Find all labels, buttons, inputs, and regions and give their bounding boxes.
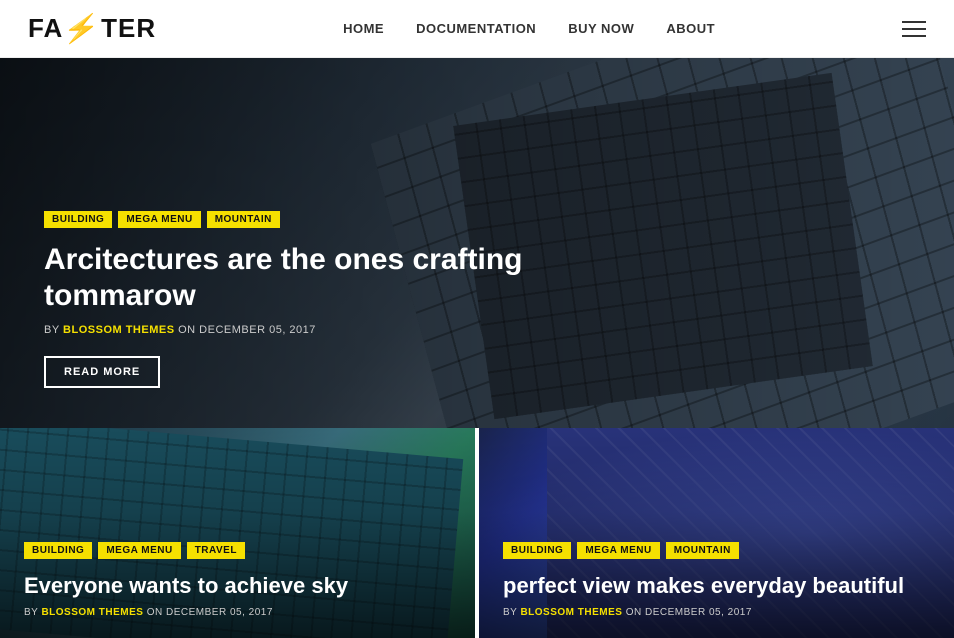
card-1-author-link[interactable]: BLOSSOM THEMES (41, 607, 143, 618)
logo-text-suffix: TER (101, 13, 156, 44)
hero-meta-date: ON DECEMBER 05, 2017 (178, 324, 316, 336)
cards-section: BUILDING MEGA MENU TRAVEL Everyone wants… (0, 428, 954, 638)
hero-author-link[interactable]: BLOSSOM THEMES (63, 324, 175, 336)
card-1-meta-by: BY (24, 607, 38, 618)
card-2[interactable]: BUILDING MEGA MENU MOUNTAIN perfect view… (479, 428, 954, 638)
hero-title: Arcitectures are the ones crafting tomma… (44, 242, 644, 314)
card-2-title: perfect view makes everyday beautiful (503, 573, 930, 599)
hamburger-menu-icon[interactable] (902, 21, 926, 37)
card-1-content: BUILDING MEGA MENU TRAVEL Everyone wants… (24, 542, 451, 618)
card-2-author-link[interactable]: BLOSSOM THEMES (520, 607, 622, 618)
hero-tag-2[interactable]: MEGA MENU (118, 211, 200, 228)
nav-item-documentation[interactable]: DOCUMENTATION (416, 20, 536, 38)
hero-meta-by: BY (44, 324, 59, 336)
card-2-tag-2[interactable]: MEGA MENU (577, 542, 659, 559)
logo-text-prefix: FA (28, 13, 63, 44)
card-2-meta-date: ON DECEMBER 05, 2017 (626, 607, 752, 618)
nav-item-about[interactable]: ABOUT (666, 20, 715, 38)
logo-bolt-icon: ⚡ (61, 12, 103, 45)
hero-meta: BY BLOSSOM THEMES ON DECEMBER 05, 2017 (44, 324, 910, 336)
nav-item-buynow[interactable]: BUY NOW (568, 20, 634, 38)
card-1-title: Everyone wants to achieve sky (24, 573, 451, 599)
read-more-button[interactable]: READ MORE (44, 356, 160, 388)
site-logo[interactable]: FA⚡TER (28, 12, 156, 45)
card-1-tags: BUILDING MEGA MENU TRAVEL (24, 542, 451, 559)
card-2-tag-3[interactable]: MOUNTAIN (666, 542, 739, 559)
card-1-meta: BY BLOSSOM THEMES ON DECEMBER 05, 2017 (24, 607, 451, 618)
hero-content: BUILDING MEGA MENU MOUNTAIN Arcitectures… (44, 211, 910, 388)
hero-section: BUILDING MEGA MENU MOUNTAIN Arcitectures… (0, 58, 954, 428)
card-2-tags: BUILDING MEGA MENU MOUNTAIN (503, 542, 930, 559)
main-nav: HOME DOCUMENTATION BUY NOW ABOUT (343, 20, 715, 38)
card-1-tag-2[interactable]: MEGA MENU (98, 542, 180, 559)
nav-item-home[interactable]: HOME (343, 20, 384, 38)
hero-tags: BUILDING MEGA MENU MOUNTAIN (44, 211, 910, 228)
site-header: FA⚡TER HOME DOCUMENTATION BUY NOW ABOUT (0, 0, 954, 58)
card-2-meta-by: BY (503, 607, 517, 618)
card-2-tag-1[interactable]: BUILDING (503, 542, 571, 559)
card-2-content: BUILDING MEGA MENU MOUNTAIN perfect view… (503, 542, 930, 618)
card-1-meta-date: ON DECEMBER 05, 2017 (147, 607, 273, 618)
hero-tag-3[interactable]: MOUNTAIN (207, 211, 280, 228)
card-1-tag-1[interactable]: BUILDING (24, 542, 92, 559)
card-2-meta: BY BLOSSOM THEMES ON DECEMBER 05, 2017 (503, 607, 930, 618)
card-1[interactable]: BUILDING MEGA MENU TRAVEL Everyone wants… (0, 428, 475, 638)
hero-tag-1[interactable]: BUILDING (44, 211, 112, 228)
card-1-tag-3[interactable]: TRAVEL (187, 542, 245, 559)
